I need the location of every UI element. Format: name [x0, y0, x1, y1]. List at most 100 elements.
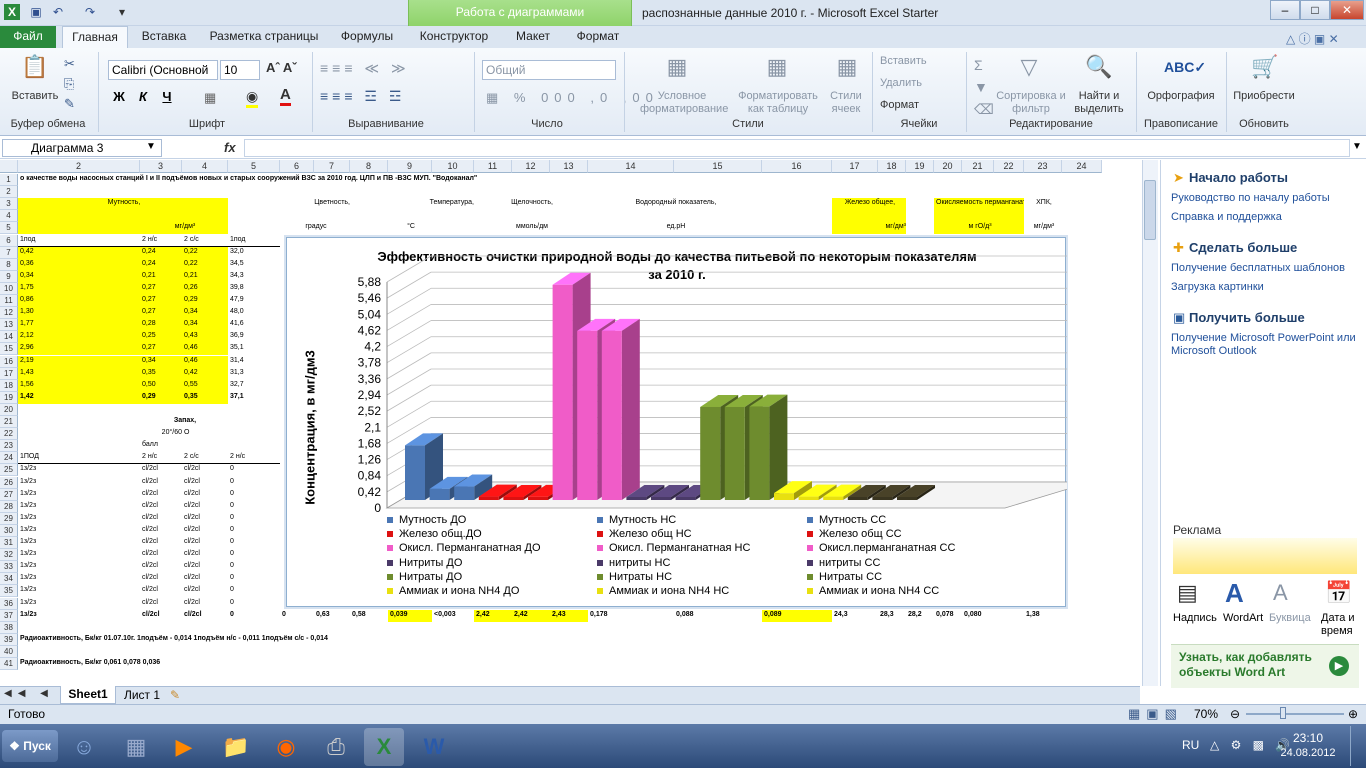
italic-button[interactable]: К [134, 88, 152, 106]
row-header[interactable]: 37 [0, 609, 18, 622]
smell-cell[interactable]: сl/2сl [182, 573, 228, 585]
taste-cell[interactable]: 0 [228, 585, 280, 597]
smell-cell[interactable]: сl/2сl [182, 549, 228, 561]
smell-cell[interactable]: 1з/2з [18, 598, 140, 610]
header-cod[interactable]: ХПК, [1024, 198, 1062, 210]
column-header[interactable]: 19 [906, 160, 934, 173]
smell-cell[interactable]: 1з/2з [18, 513, 140, 525]
dropcap-icon[interactable]: A [1273, 580, 1288, 606]
smell-cell[interactable]: сl/2сl [182, 477, 228, 489]
font-name-combo[interactable]: Calibri (Основной [108, 60, 218, 80]
turbidity-cell[interactable]: 0,35 [140, 367, 182, 380]
radioactivity-row[interactable]: Радиоактивность, Бк/кг 01.07.10г. 1подъё… [18, 634, 512, 646]
summary-cell[interactable]: сl/2сl [182, 610, 228, 622]
summary-cell[interactable]: 0,58 [350, 610, 388, 622]
column-header[interactable]: 8 [350, 160, 388, 173]
summary-cell[interactable]: 2,42 [512, 609, 550, 622]
promo-arrow-icon[interactable]: ▶ [1329, 656, 1349, 676]
column-header[interactable]: 17 [832, 160, 878, 173]
scrollbar-thumb[interactable] [1144, 180, 1156, 240]
summary-cell[interactable]: 28,3 [878, 610, 906, 622]
align-icons-row2[interactable]: ≡≡≡ ☲ ☲ [320, 88, 405, 105]
sheet-tab-sheet1[interactable]: Sheet1 [60, 686, 116, 704]
summary-cell[interactable]: 24,3 [832, 610, 878, 622]
header-color-unit[interactable]: градус [280, 222, 350, 234]
turbidity-cell[interactable]: 0,22 [182, 258, 228, 271]
editing-small-icons[interactable]: Σ ▼ ⌫ [974, 54, 994, 120]
avg-cell[interactable]: 37,1 [228, 392, 280, 404]
turbidity-cell[interactable]: 0,46 [182, 343, 228, 356]
row-header[interactable]: 6 [0, 234, 18, 247]
smell-cell[interactable]: сl/2сl [140, 573, 182, 585]
color-cell[interactable]: 31,3 [228, 368, 280, 380]
zoom-in-icon[interactable]: ⊕ [1348, 707, 1358, 721]
undo-icon[interactable]: ↶ [50, 4, 66, 20]
row-header[interactable]: 24 [0, 452, 18, 465]
font-grow-shrink-icons[interactable]: Aˆ Aˇ [266, 60, 297, 75]
summary-cell[interactable]: 28,2 [906, 610, 934, 622]
conditional-format-button[interactable]: Условное форматирование [640, 90, 728, 116]
date-time-icon[interactable]: 📅 [1325, 580, 1352, 606]
summary-cell[interactable]: 0,039 [388, 609, 432, 622]
column-header[interactable]: 15 [674, 160, 762, 173]
smell-cell[interactable]: сl/2сl [182, 513, 228, 525]
textbox-icon[interactable]: ▤ [1177, 580, 1198, 606]
turbidity-cell[interactable]: 0,27 [140, 295, 182, 308]
word-task-icon[interactable]: W [414, 728, 454, 766]
insert-cells-button[interactable]: Вставить [880, 55, 960, 68]
subheader[interactable]: 2 н/с [140, 452, 182, 465]
row-header[interactable]: 13 [0, 319, 18, 332]
smell-cell[interactable]: 1з/2з [18, 585, 140, 597]
turbidity-cell[interactable]: 0,27 [140, 307, 182, 320]
conditional-format-icon[interactable]: ▦ [662, 52, 692, 82]
column-header[interactable]: 18 [878, 160, 906, 173]
turbidity-cell[interactable]: 0,22 [182, 246, 228, 259]
row-header[interactable]: 30 [0, 524, 18, 537]
color-cell[interactable]: 47,9 [228, 295, 280, 307]
tab-page-layout[interactable]: Разметка страницы [202, 26, 326, 48]
turbidity-cell[interactable]: 2,19 [18, 355, 140, 368]
column-header[interactable]: 24 [1062, 160, 1102, 173]
subheader[interactable]: 1под [18, 235, 140, 247]
header-color[interactable]: Цветность, [228, 198, 350, 210]
tool-wordart-label[interactable]: WordArt [1223, 612, 1263, 624]
turbidity-cell[interactable]: 0,24 [140, 258, 182, 271]
smell-cell[interactable]: сl/2сl [182, 598, 228, 610]
color-cell[interactable]: 31,4 [228, 356, 280, 368]
summary-cell[interactable]: сl/2сl [140, 610, 182, 622]
bold-button[interactable]: Ж [110, 88, 128, 106]
clock-time[interactable]: 23:10 [1282, 731, 1334, 745]
new-sheet-icon[interactable]: ✎ [170, 688, 180, 702]
row-header[interactable]: 34 [0, 573, 18, 586]
summary-cell[interactable]: 0,088 [674, 610, 762, 622]
column-header[interactable]: 20 [934, 160, 962, 173]
turbidity-cell[interactable]: 0,34 [182, 319, 228, 332]
taste-cell[interactable]: 0 [228, 464, 280, 476]
header-fill[interactable] [18, 210, 228, 223]
link-templates[interactable]: Получение бесплатных шаблонов [1171, 262, 1345, 274]
row-header[interactable]: 33 [0, 561, 18, 574]
smell-cell[interactable]: сl/2сl [140, 501, 182, 513]
smell-cell[interactable]: сl/2сl [140, 537, 182, 549]
tool-dropcap-label[interactable]: Буквица [1269, 612, 1311, 624]
zoom-slider-thumb[interactable] [1280, 707, 1287, 719]
row-header[interactable]: 14 [0, 331, 18, 344]
smell-cell[interactable]: сl/2сl [182, 585, 228, 597]
tab-home[interactable]: Главная [62, 26, 128, 48]
avg-cell[interactable]: 0,29 [140, 391, 182, 404]
close-button[interactable]: ✕ [1330, 0, 1364, 20]
row-header[interactable]: 10 [0, 282, 18, 295]
zoom-level[interactable]: 70% [1194, 707, 1218, 721]
excel-app-icon[interactable]: X [4, 4, 20, 20]
color-cell[interactable]: 35,1 [228, 343, 280, 355]
column-header[interactable]: 21 [962, 160, 994, 173]
smell-cell[interactable]: сl/2сl [140, 549, 182, 561]
zoom-out-icon[interactable]: ⊖ [1230, 707, 1240, 721]
smell-cell[interactable]: сl/2сl [182, 464, 228, 476]
color-cell[interactable]: 32,7 [228, 380, 280, 392]
turbidity-cell[interactable]: 0,26 [182, 282, 228, 295]
row-header[interactable]: 3 [0, 198, 18, 211]
header-fill[interactable] [832, 210, 906, 223]
link-help[interactable]: Справка и поддержка [1171, 211, 1282, 223]
sort-filter-button[interactable]: Сортировка и фильтр [996, 90, 1066, 116]
